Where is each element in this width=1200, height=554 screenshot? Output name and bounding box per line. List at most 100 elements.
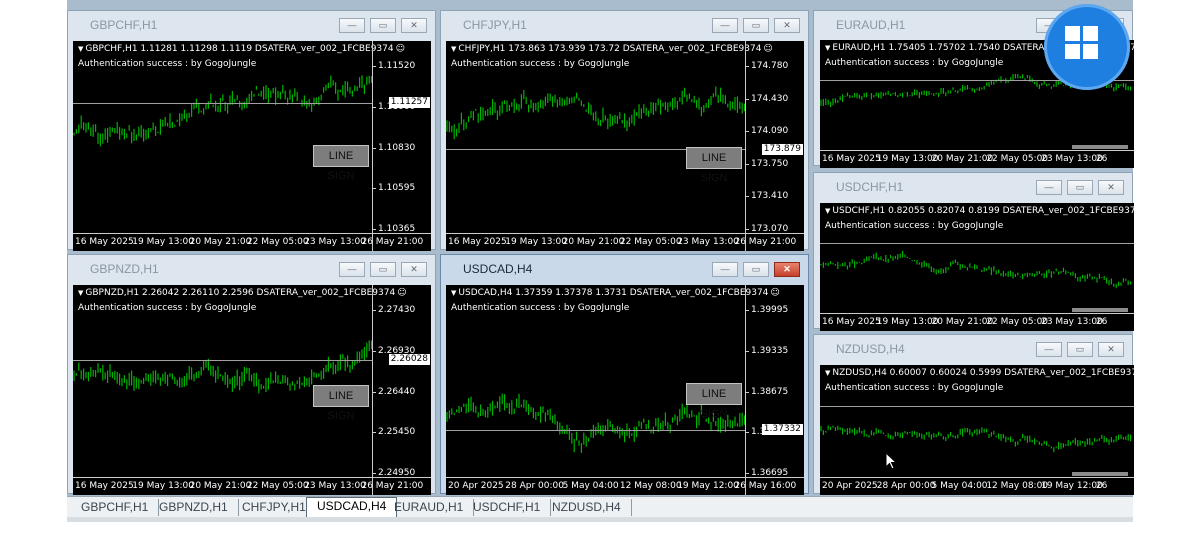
- minimize-button[interactable]: —: [712, 18, 738, 33]
- minimize-button[interactable]: —: [339, 18, 365, 33]
- minimize-button[interactable]: —: [712, 262, 738, 277]
- window-titlebar[interactable]: GBPNZD,H1 — ▭ ✕: [68, 255, 435, 281]
- close-button[interactable]: ✕: [774, 262, 800, 277]
- maximize-button[interactable]: ▭: [743, 262, 769, 277]
- y-tick: [373, 66, 376, 67]
- dropdown-triangle-icon: ▼: [451, 289, 457, 297]
- line-sign-button[interactable]: LINE SIGN: [313, 385, 369, 422]
- mouse-cursor-icon: [885, 452, 898, 470]
- time-axis: 16 May 2025 19 May 13:00 20 May 21:00 22 Ma…: [820, 313, 1134, 331]
- chart-scroll-thumb[interactable]: [1072, 308, 1128, 312]
- chart-tab[interactable]: USDCHF,H1: [463, 499, 552, 516]
- y-tick-label: 1.39335: [751, 345, 789, 356]
- y-tick: [746, 432, 749, 434]
- line-sign-button[interactable]: LINE SIGN: [686, 383, 742, 420]
- chart-scroll-thumb[interactable]: [1072, 472, 1128, 476]
- chart-info-line: ▼ NZDUSD,H4 0.60007 0.60024 0.5999 DSATER…: [825, 368, 1134, 378]
- time-axis: 16 May 2025 19 May 13:00 20 May 21:00 22 Ma…: [820, 150, 1134, 168]
- chart-info-line: ▼ GBPCHF,H1 1.11281 1.11298 1.1119 DSATER…: [78, 44, 405, 54]
- current-price-line: [73, 103, 373, 104]
- close-icon: ✕: [1107, 344, 1115, 354]
- minimize-icon: —: [1044, 344, 1054, 354]
- y-tick: [373, 106, 376, 108]
- price-chart[interactable]: ▼ NZDUSD,H4 0.60007 0.60024 0.5999 DSATER…: [820, 365, 1134, 495]
- close-button[interactable]: ✕: [774, 18, 800, 33]
- candles-plot: [820, 203, 1134, 314]
- chart-window-usdcad[interactable]: USDCAD,H4 — ▭ ✕ ▼ USDCAD,H4 1.37359 1.37378 1…: [440, 254, 809, 495]
- x-tick-label: 16 May 2025: [75, 481, 134, 491]
- chart-window-gbpnzd[interactable]: GBPNZD,H1 — ▭ ✕ ▼ GBPNZD,H1 2.26042 2.26110 2…: [67, 254, 436, 495]
- candles-plot: [73, 285, 373, 478]
- close-button[interactable]: ✕: [401, 262, 427, 277]
- price-axis: 1.399951.393351.386751.380151.36695: [745, 285, 804, 495]
- window-titlebar[interactable]: CHFJPY,H1 — ▭ ✕: [441, 11, 808, 37]
- x-tick-label: 19 May 13:00: [876, 154, 939, 164]
- chart-window-usdchf[interactable]: USDCHF,H1 — ▭ ✕ ▼ USDCHF,H1 0.82055 0.82074 0…: [813, 172, 1134, 331]
- maximize-button[interactable]: ▭: [370, 18, 396, 33]
- y-tick: [746, 310, 749, 311]
- chart-tab[interactable]: CHFJPY,H1: [232, 499, 317, 516]
- y-tick: [746, 98, 749, 100]
- price-chart[interactable]: ▼ GBPCHF,H1 1.11281 1.11298 1.1119 DSATER…: [73, 41, 431, 251]
- chart-tab[interactable]: GBPCHF,H1: [71, 499, 160, 516]
- x-tick-label: 19 May 13:00: [132, 481, 195, 491]
- y-tick-label: 173.410: [751, 191, 789, 202]
- chart-tab[interactable]: NZDUSD,H4: [542, 499, 632, 516]
- x-tick-label: 19 May 13:00: [505, 237, 568, 247]
- minimize-icon: —: [1044, 182, 1054, 192]
- price-chart[interactable]: ▼ USDCHF,H1 0.82055 0.82074 0.8199 DSATER…: [820, 203, 1134, 331]
- y-tick: [373, 229, 376, 230]
- x-tick-label: 19 May 12:00: [1041, 481, 1103, 491]
- chart-window-chfjpy[interactable]: CHFJPY,H1 — ▭ ✕ ▼ CHFJPY,H1 173.863 173.939 1…: [440, 10, 809, 251]
- y-tick-label: 1.10595: [378, 183, 416, 194]
- maximize-button[interactable]: ▭: [370, 262, 396, 277]
- auth-status-text: Authentication success : by GogoJungle: [78, 59, 257, 69]
- current-price-label: 1.37332: [761, 424, 803, 435]
- chart-tab[interactable]: GBPNZD,H1: [149, 499, 239, 516]
- minimize-icon: —: [347, 264, 357, 274]
- close-icon: ✕: [1107, 182, 1115, 192]
- maximize-button[interactable]: ▭: [743, 18, 769, 33]
- time-axis: 20 Apr 2025 28 Apr 00:00 5 May 04:00 12 May…: [820, 477, 1134, 495]
- y-tick: [746, 196, 749, 198]
- x-tick-label: 26 May 21:00: [361, 481, 424, 491]
- window-titlebar[interactable]: USDCHF,H1 — ▭ ✕: [814, 173, 1132, 199]
- window-titlebar[interactable]: NZDUSD,H4 — ▭ ✕: [814, 335, 1132, 361]
- y-tick: [373, 147, 376, 149]
- x-tick-label: 28 Apr 00:00: [876, 481, 936, 491]
- chart-window-gbpchf[interactable]: GBPCHF,H1 — ▭ ✕ ▼ GBPCHF,H1 1.11281 1.11298 1…: [67, 10, 436, 251]
- x-tick-label: 26 May 21:00: [361, 237, 424, 247]
- close-button[interactable]: ✕: [1098, 342, 1124, 357]
- x-tick-label: 16 May 2025: [448, 237, 507, 247]
- close-icon: ✕: [783, 264, 791, 274]
- chart-scroll-thumb[interactable]: [1072, 145, 1128, 149]
- y-tick: [373, 473, 376, 474]
- line-sign-button[interactable]: LINE SIGN: [313, 145, 369, 182]
- minimize-button[interactable]: —: [339, 262, 365, 277]
- dropdown-triangle-icon: ▼: [78, 289, 84, 297]
- x-tick-label: 23 May 13:00: [677, 237, 739, 247]
- current-price-label: 2.26028: [388, 354, 430, 365]
- window-titlebar[interactable]: USDCAD,H4 — ▭ ✕: [441, 255, 808, 281]
- x-tick-label: 20 May 21:00: [562, 237, 625, 247]
- price-chart[interactable]: ▼ USDCAD,H4 1.37359 1.37378 1.3731 DSATER…: [446, 285, 804, 495]
- close-icon: ✕: [410, 20, 418, 30]
- x-tick-label: 26: [1095, 154, 1108, 164]
- line-sign-button[interactable]: LINE SIGN: [686, 147, 742, 184]
- x-tick-label: 26: [1095, 317, 1108, 327]
- price-chart[interactable]: ▼ GBPNZD,H1 2.26042 2.26110 2.2596 DSATER…: [73, 285, 431, 495]
- maximize-button[interactable]: ▭: [1067, 342, 1093, 357]
- minimize-button[interactable]: —: [1036, 342, 1062, 357]
- minimize-button[interactable]: —: [1036, 180, 1062, 195]
- chart-tab[interactable]: EURAUD,H1: [384, 499, 475, 516]
- x-tick-label: 16 May 2025: [822, 317, 881, 327]
- minimize-icon: —: [720, 20, 730, 30]
- maximize-button[interactable]: ▭: [1067, 180, 1093, 195]
- symbol-quote: GBPNZD,H1 2.26042 2.26110 2.2596 DSATERA…: [85, 288, 396, 298]
- close-button[interactable]: ✕: [401, 18, 427, 33]
- window-titlebar[interactable]: GBPCHF,H1 — ▭ ✕: [68, 11, 435, 37]
- auth-status-text: Authentication success : by GogoJungle: [78, 303, 257, 313]
- chart-window-nzdusd[interactable]: NZDUSD,H4 — ▭ ✕ ▼ NZDUSD,H4 0.60007 0.60024 0…: [813, 334, 1134, 495]
- close-button[interactable]: ✕: [1098, 180, 1124, 195]
- price-chart[interactable]: ▼ CHFJPY,H1 173.863 173.939 173.72 DSATER…: [446, 41, 804, 251]
